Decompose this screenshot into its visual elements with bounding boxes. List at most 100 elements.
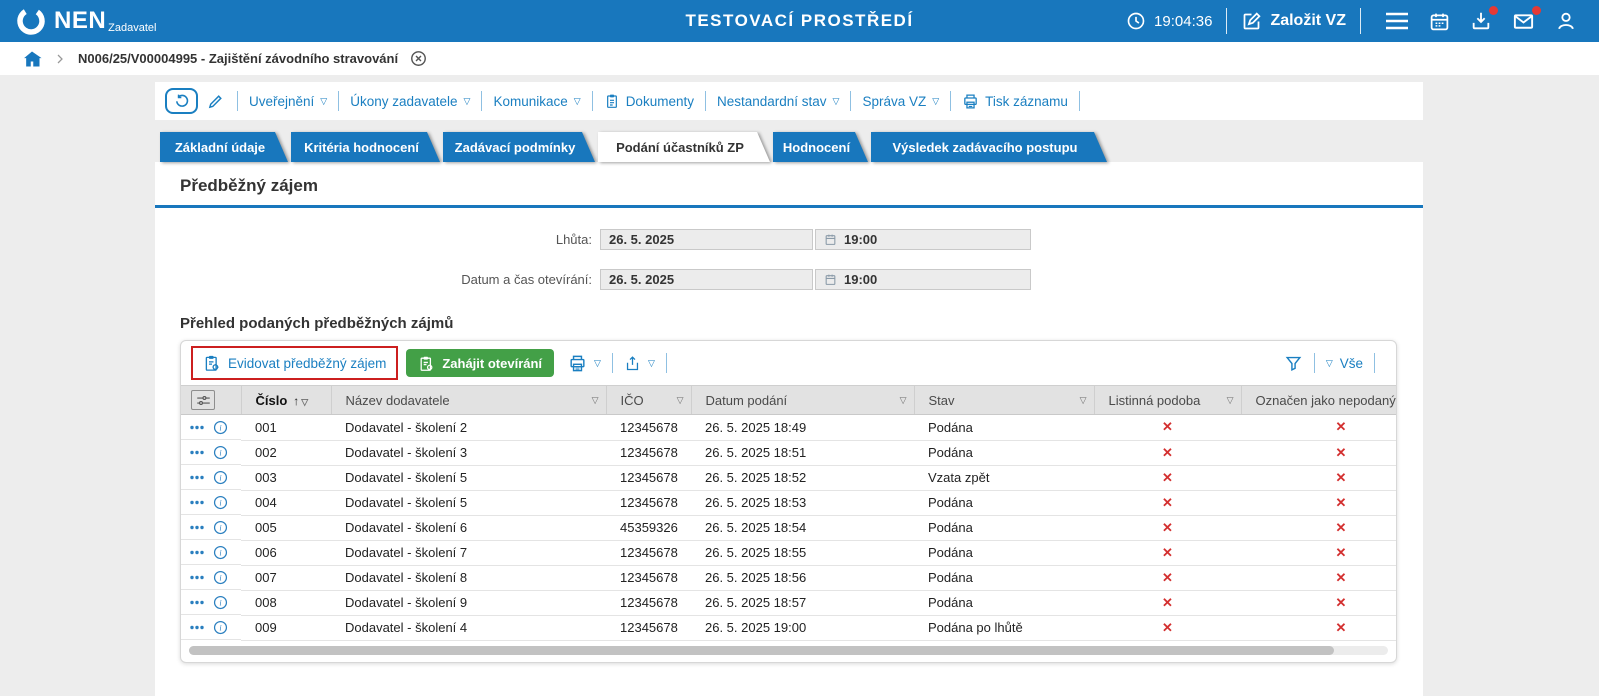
print-table-button[interactable]: ▽ xyxy=(568,354,601,373)
downloads-button[interactable] xyxy=(1470,10,1492,32)
column-header-cislo[interactable]: Číslo↑▽ xyxy=(241,386,331,415)
row-options-icon[interactable] xyxy=(190,575,204,580)
tab-hodnoceni[interactable]: Hodnocení xyxy=(773,132,868,162)
row-options-icon[interactable] xyxy=(190,550,204,555)
row-info-icon[interactable]: i xyxy=(213,595,228,610)
row-options-icon[interactable] xyxy=(190,425,204,430)
cell-ico: 12345678 xyxy=(606,440,691,465)
cell-ico: 12345678 xyxy=(606,540,691,565)
messages-button[interactable] xyxy=(1512,10,1535,33)
filter-caret-icon[interactable]: ▽ xyxy=(301,397,308,407)
breadcrumb-item[interactable]: N006/25/V00004995 - Zajištění závodního … xyxy=(78,51,398,66)
toolbar-item-ukony-zadavatele[interactable]: Úkony zadavatele▽ xyxy=(350,94,470,109)
evidovat-predbezny-zajem-button[interactable]: Evidovat předběžný zájem xyxy=(203,354,386,372)
filter-icon[interactable] xyxy=(1284,354,1303,373)
table-row[interactable]: i 008 Dodavatel - školení 9 12345678 26.… xyxy=(181,590,1396,615)
filter-caret-icon[interactable]: ▽ xyxy=(1227,395,1234,406)
column-header-oznacen-nepodany[interactable]: Označen jako nepodaný xyxy=(1241,386,1396,415)
svg-text:i: i xyxy=(219,448,221,457)
row-options-icon[interactable] xyxy=(190,625,204,630)
row-info-icon[interactable]: i xyxy=(213,570,228,585)
tab-kriteria-hodnoceni[interactable]: Kritéria hodnocení xyxy=(291,132,440,162)
history-back-button[interactable] xyxy=(165,88,198,114)
column-header-stav[interactable]: Stav▽ xyxy=(914,386,1094,415)
toolbar-item-uverejneni[interactable]: Uveřejnění▽ xyxy=(249,94,327,109)
row-options-icon[interactable] xyxy=(190,475,204,480)
close-breadcrumb-icon[interactable] xyxy=(410,50,427,67)
table-row[interactable]: i 006 Dodavatel - školení 7 12345678 26.… xyxy=(181,540,1396,565)
lhuta-date-field[interactable]: 26. 5. 2025 xyxy=(600,229,813,250)
filter-all-dropdown[interactable]: ▽ Vše xyxy=(1326,356,1363,371)
toolbar-item-dokumenty[interactable]: Dokumenty xyxy=(604,93,694,109)
table-row[interactable]: i 009 Dodavatel - školení 4 12345678 26.… xyxy=(181,615,1396,640)
table-row[interactable]: i 002 Dodavatel - školení 3 12345678 26.… xyxy=(181,440,1396,465)
toolbar-item-tisk-zaznamu[interactable]: Tisk záznamu xyxy=(962,93,1068,110)
caret-down-icon: ▽ xyxy=(932,97,939,106)
column-header-listinna-podoba[interactable]: Listinná podoba▽ xyxy=(1094,386,1241,415)
cell-listinna-podoba-x: ✕ xyxy=(1094,440,1241,465)
row-options-icon[interactable] xyxy=(190,450,204,455)
table-row[interactable]: i 003 Dodavatel - školení 5 12345678 26.… xyxy=(181,465,1396,490)
toolbar-item-sprava-vz[interactable]: Správa VZ▽ xyxy=(862,94,939,109)
calendar-button[interactable] xyxy=(1429,11,1450,32)
column-header-ico[interactable]: IČO▽ xyxy=(606,386,691,415)
filter-caret-icon[interactable]: ▽ xyxy=(592,395,599,406)
cell-oznacen-nepodany-x: ✕ xyxy=(1241,515,1396,540)
cell-datum-podani: 26. 5. 2025 18:57 xyxy=(691,590,914,615)
cell-nazev-dodavatele: Dodavatel - školení 3 xyxy=(331,440,606,465)
tab-zadavaci-podminky[interactable]: Zadávací podmínky xyxy=(443,132,595,162)
scrollbar-thumb[interactable] xyxy=(189,646,1334,655)
row-info-icon[interactable]: i xyxy=(213,495,228,510)
cell-datum-podani: 26. 5. 2025 18:56 xyxy=(691,565,914,590)
cell-stav: Podána xyxy=(914,490,1094,515)
column-header-datum-podani[interactable]: Datum podání▽ xyxy=(691,386,914,415)
otevirani-date-field[interactable]: 26. 5. 2025 xyxy=(600,269,813,290)
export-button[interactable]: ▽ xyxy=(624,355,655,372)
tab-zakladni-udaje[interactable]: Základní údaje xyxy=(160,132,288,162)
table-row[interactable]: i 007 Dodavatel - školení 8 12345678 26.… xyxy=(181,565,1396,590)
table-row[interactable]: i 005 Dodavatel - školení 6 45359326 26.… xyxy=(181,515,1396,540)
row-options-icon[interactable] xyxy=(190,600,204,605)
filter-caret-icon[interactable]: ▽ xyxy=(1080,395,1087,406)
row-options-icon[interactable] xyxy=(190,500,204,505)
row-info-icon[interactable]: i xyxy=(213,545,228,560)
nen-logo[interactable]: NEN Zadavatel xyxy=(16,6,156,36)
cell-nazev-dodavatele: Dodavatel - školení 2 xyxy=(331,415,606,441)
table-row[interactable]: i 004 Dodavatel - školení 5 12345678 26.… xyxy=(181,490,1396,515)
cell-ico: 12345678 xyxy=(606,590,691,615)
submissions-table: Číslo↑▽ Název dodavatele▽ IČO▽ Datum pod… xyxy=(181,385,1396,641)
edit-record-button[interactable] xyxy=(207,93,224,110)
row-info-icon[interactable]: i xyxy=(213,470,228,485)
row-info-icon[interactable]: i xyxy=(213,620,228,635)
tab-podani-ucastniku-zp[interactable]: Podání účastníků ZP xyxy=(598,132,770,162)
divider xyxy=(338,91,339,111)
toolbar-item-nestandardni-stav[interactable]: Nestandardní stav▽ xyxy=(717,94,839,109)
sort-asc-icon: ↑ xyxy=(293,394,299,408)
filter-caret-icon[interactable]: ▽ xyxy=(900,395,907,406)
deadline-form: Lhůta: 26. 5. 2025 19:00 Datum a čas ote… xyxy=(155,229,1423,290)
brand-subtitle: Zadavatel xyxy=(108,22,156,34)
user-profile-button[interactable] xyxy=(1555,10,1577,32)
menu-button[interactable] xyxy=(1385,12,1409,30)
column-header-nazev[interactable]: Název dodavatele▽ xyxy=(331,386,606,415)
row-options-icon[interactable] xyxy=(190,525,204,530)
chevron-right-icon xyxy=(54,53,66,65)
column-settings-button[interactable] xyxy=(191,390,215,410)
toolbar-item-komunikace[interactable]: Komunikace▽ xyxy=(493,94,580,109)
cell-datum-podani: 26. 5. 2025 18:52 xyxy=(691,465,914,490)
divider xyxy=(1226,8,1227,34)
table-row[interactable]: i 001 Dodavatel - školení 2 12345678 26.… xyxy=(181,415,1396,441)
cell-oznacen-nepodany-x: ✕ xyxy=(1241,465,1396,490)
horizontal-scrollbar[interactable] xyxy=(189,646,1388,655)
home-icon[interactable] xyxy=(22,49,42,69)
filter-caret-icon[interactable]: ▽ xyxy=(677,395,684,406)
create-vz-button[interactable]: Založit VZ xyxy=(1241,11,1346,32)
tab-vysledek-zadavaciho-postupu[interactable]: Výsledek zadávacího postupu xyxy=(871,132,1107,162)
zahajit-otevirani-button[interactable]: Zahájit otevírání xyxy=(406,349,554,377)
row-info-icon[interactable]: i xyxy=(213,520,228,535)
row-info-icon[interactable]: i xyxy=(213,445,228,460)
lhuta-time-field[interactable]: 19:00 xyxy=(815,229,1031,250)
row-info-icon[interactable]: i xyxy=(213,420,228,435)
otevirani-time-field[interactable]: 19:00 xyxy=(815,269,1031,290)
upload-icon xyxy=(624,355,641,372)
